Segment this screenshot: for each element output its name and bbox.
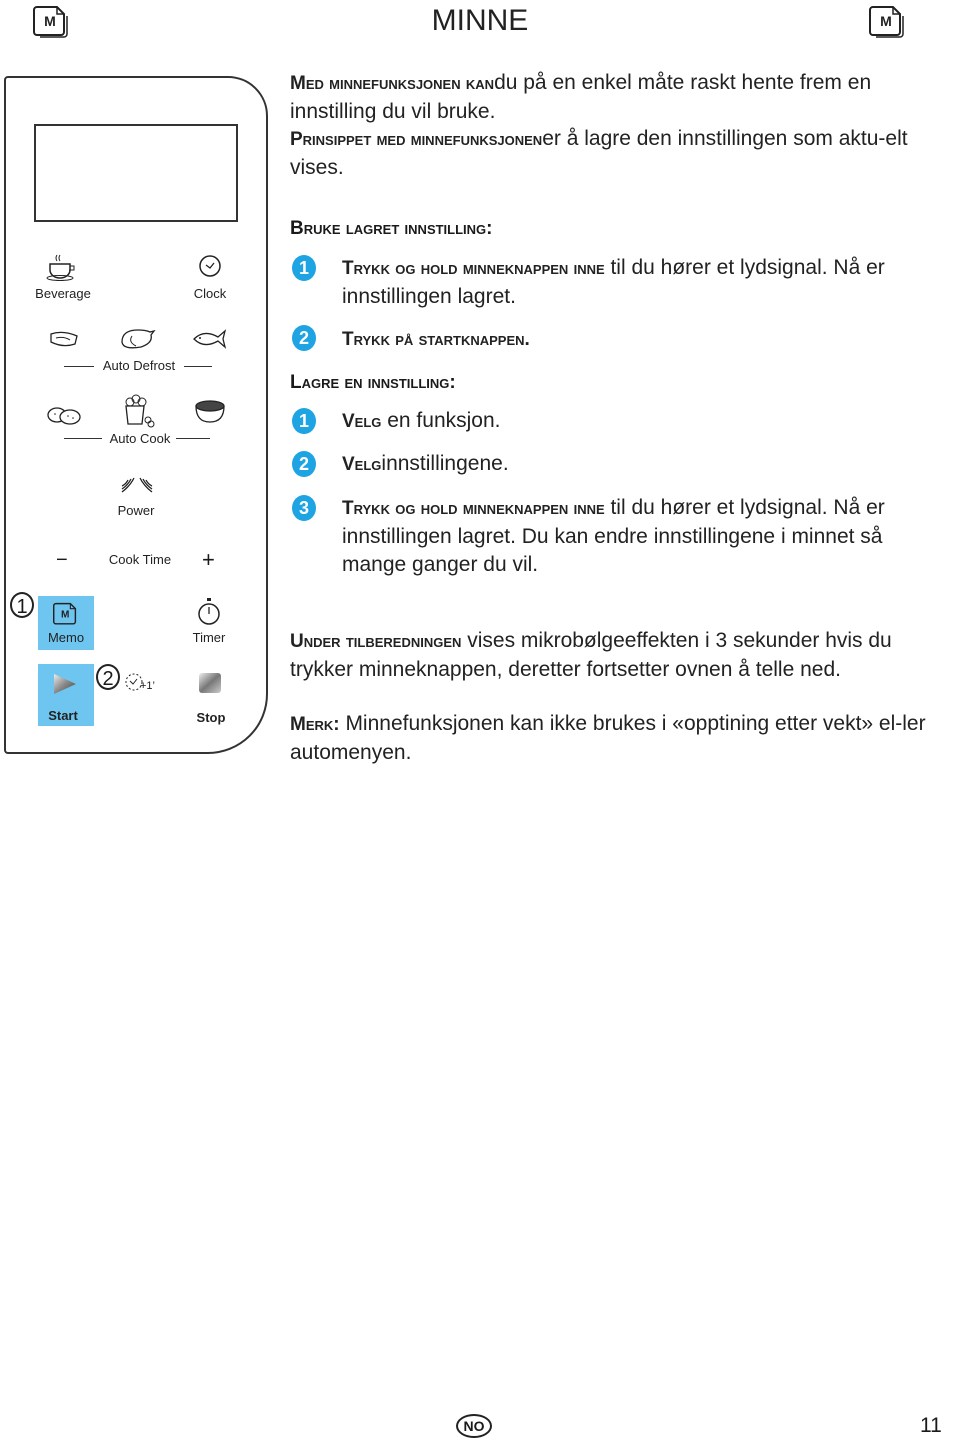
callout-2: 2 <box>96 664 120 690</box>
memo-doc-icon: M <box>868 2 906 43</box>
clock-icon <box>198 254 222 283</box>
divider <box>64 366 94 367</box>
divider <box>176 438 210 439</box>
popcorn-icon <box>120 394 156 433</box>
during-cooking-paragraph: Under tilberedningen vises mikrobølgeeff… <box>290 627 940 684</box>
power-button[interactable]: Power <box>106 503 166 518</box>
divider <box>184 366 212 367</box>
memo-button[interactable]: M Memo <box>38 596 94 650</box>
start-label: Start <box>48 708 78 723</box>
start-button[interactable]: Start <box>38 664 94 726</box>
note-lead: Merk: <box>290 714 340 735</box>
auto-defrost-label[interactable]: Auto Defrost <box>96 358 182 373</box>
note-text: Minnefunksjonen kan ikke brukes i «oppti… <box>290 712 926 764</box>
language-badge: NO <box>456 1414 492 1438</box>
fish-icon <box>192 328 228 355</box>
use-saved-step-1: Trykk og hold minneknappen inne til du h… <box>342 254 942 311</box>
stop-icon <box>198 672 222 699</box>
save-step-2: Velginnstillingene. <box>342 450 942 479</box>
stop-button[interactable]: Stop <box>186 710 236 725</box>
coffee-cup-icon <box>44 254 78 287</box>
step-lead: Velg <box>342 411 382 432</box>
step-badge: 1 <box>292 255 316 281</box>
step-badge: 1 <box>292 408 316 434</box>
intro-lead: Prinsippet med minnefunksjonen <box>290 129 543 150</box>
step-badge: 2 <box>292 325 316 351</box>
memo-label: Memo <box>47 630 85 645</box>
svg-text:M: M <box>880 13 892 29</box>
timer-button[interactable]: Timer <box>184 630 234 645</box>
microwave-waves-icon <box>120 476 154 501</box>
step-badge: 2 <box>292 451 316 477</box>
during-lead: Under tilberedningen <box>290 631 462 652</box>
clock-button[interactable]: Clock <box>180 286 240 301</box>
plus-one-minute-label: +1’ <box>140 680 155 692</box>
intro-paragraph-1: Med minnefunksjonen kandu på en enkel må… <box>290 69 940 126</box>
save-setting-heading: Lagre en innstilling: <box>290 372 456 393</box>
use-saved-step-2: Trykk på startknappen. <box>342 325 942 354</box>
svg-text:M: M <box>61 609 69 620</box>
page-number: 11 <box>920 1414 942 1437</box>
cook-time-label: Cook Time <box>108 552 172 567</box>
step-text: en funksjon. <box>381 409 501 432</box>
beverage-button[interactable]: Beverage <box>28 286 98 301</box>
step-lead: Trykk og hold minneknappen inne <box>342 498 605 519</box>
step-badge: 3 <box>292 495 316 521</box>
divider <box>64 438 102 439</box>
save-step-3: Trykk og hold minneknappen inne til du h… <box>342 494 942 579</box>
note-paragraph: Merk: Minnefunksjonen kan ikke brukes i … <box>290 710 940 767</box>
soup-bowl-icon <box>194 398 226 431</box>
cook-time-plus-button[interactable]: + <box>202 547 215 573</box>
cook-time-minus-button[interactable]: − <box>56 549 68 572</box>
steak-icon <box>48 330 80 355</box>
step-lead: Velg <box>342 454 382 475</box>
auto-cook-label[interactable]: Auto Cook <box>104 431 176 446</box>
intro-lead: Med minnefunksjonen kan <box>290 73 495 94</box>
step-lead: Trykk på startknappen. <box>342 329 530 350</box>
intro-paragraph-2: Prinsippet med minnefunksjonener å lagre… <box>290 125 940 182</box>
save-step-1: Velg en funksjon. <box>342 407 942 436</box>
step-text: innstillingene. <box>381 452 509 475</box>
page-title: MINNE <box>431 4 529 37</box>
step-lead: Trykk og hold minneknappen inne <box>342 258 605 279</box>
play-icon <box>54 674 76 694</box>
callout-1: 1 <box>10 592 34 618</box>
potato-icon <box>46 404 82 431</box>
use-saved-heading: Bruke lagret innstilling: <box>290 218 493 239</box>
panel-display <box>34 124 238 222</box>
stopwatch-icon <box>196 598 222 631</box>
memo-doc-icon: M <box>53 602 77 625</box>
chicken-icon <box>118 326 156 355</box>
